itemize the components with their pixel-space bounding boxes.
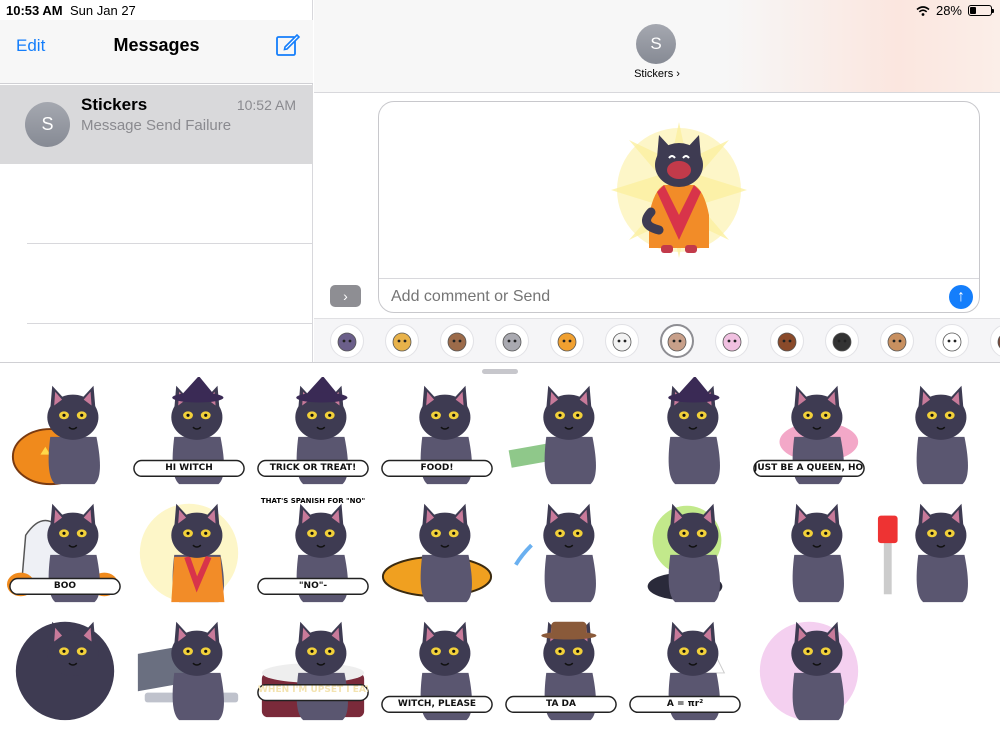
app-bear-icon[interactable]	[770, 324, 804, 358]
sticker-caption: BOO	[53, 581, 77, 591]
sidebar-title: Messages	[113, 35, 200, 55]
battery-fill	[970, 7, 976, 14]
sticker-math[interactable]: A = πr²A = πr²	[626, 613, 744, 725]
sticker-caption: FOOD!	[420, 463, 454, 473]
expand-apps-button[interactable]: ›	[330, 285, 361, 307]
chat-pane: S Stickers › ↑ ›	[314, 0, 1000, 362]
wifi-icon	[916, 5, 930, 16]
sticker-upset-eat[interactable]: WHEN I'M UPSET I EAT	[254, 613, 372, 725]
sticker-caption: TRICK OR TREAT!	[269, 463, 357, 473]
sticker-caption: TA DA	[546, 699, 576, 709]
status-date: Sun Jan 27	[70, 3, 136, 18]
app-panda-icon[interactable]	[825, 324, 859, 358]
sticker-lying-plate[interactable]	[378, 495, 496, 607]
sticker-caption: HI WITCH	[165, 463, 213, 473]
conversation-row[interactable]: S Stickers 10:52 AM Message Send Failure	[0, 85, 313, 164]
sticker-meh[interactable]	[874, 377, 992, 489]
conversation-name: Stickers	[81, 95, 148, 114]
divider	[27, 243, 313, 244]
sticker-witch-hat[interactable]	[626, 375, 744, 489]
sticker-fluffy[interactable]	[6, 613, 124, 725]
sticker-caption: WHEN I'M UPSET I EAT	[258, 685, 368, 695]
sticker-queen[interactable]: JUST BE A QUEEN, HONEY	[750, 377, 868, 489]
sticker-app-strip	[314, 318, 1000, 362]
comment-input[interactable]	[391, 288, 911, 306]
sticker-cat-pumpkin[interactable]	[6, 377, 124, 489]
sticker-side-eye[interactable]	[750, 495, 868, 607]
app-selected-cat-icon[interactable]	[660, 324, 694, 358]
sticker-caption: A = πr²	[666, 699, 704, 709]
chevron-right-icon: ›	[343, 288, 348, 304]
battery-percent: 28%	[935, 3, 962, 18]
avatar: S	[25, 102, 70, 147]
conversation-preview: Message Send Failure	[81, 117, 232, 134]
sticker-caption: JUST BE A QUEEN, HONEY	[754, 463, 864, 473]
sticker-rainbow[interactable]	[750, 613, 868, 725]
app-stick-face-icon[interactable]	[935, 324, 969, 358]
compose-icon[interactable]	[275, 32, 301, 58]
drawer-grabber[interactable]	[482, 369, 518, 374]
compose-box: ↑	[378, 101, 980, 313]
sticker-hi-witch[interactable]: HI WITCH	[130, 375, 248, 489]
app-sloth-icon[interactable]	[440, 324, 474, 358]
sticker-boo[interactable]: BOO	[6, 495, 124, 607]
contact-name[interactable]: Stickers ›	[314, 68, 1000, 80]
sticker-preview	[379, 102, 979, 278]
status-time: 10:53 AM	[6, 3, 63, 18]
send-button[interactable]: ↑	[949, 285, 973, 309]
app-gray-cat-icon[interactable]	[495, 324, 529, 358]
app-fox-icon[interactable]	[550, 324, 584, 358]
sticker-preview-image	[611, 122, 747, 258]
battery-icon	[968, 5, 994, 16]
arrow-up-icon: ↑	[957, 288, 965, 305]
sticker-tada[interactable]: TA DA	[502, 613, 620, 725]
app-yeti-icon[interactable]	[605, 324, 639, 358]
sidebar-header: Edit Messages	[0, 20, 313, 84]
sticker-laptop[interactable]	[130, 613, 248, 725]
sticker-spanish[interactable]: "NO"- THAT'S SPANISH FOR "NO"	[254, 495, 372, 607]
app-heart-cat-icon[interactable]	[385, 324, 419, 358]
app-glasses-man-icon[interactable]	[990, 324, 1000, 358]
divider	[379, 278, 979, 279]
messages-sidebar: Edit Messages S Stickers 10:52 AM Messag…	[0, 0, 313, 362]
sticker-crying[interactable]	[502, 495, 620, 607]
app-bat-cat-icon[interactable]	[330, 324, 364, 358]
sticker-caption-secondary: THAT'S SPANISH FOR "NO"	[260, 497, 366, 505]
sticker-caption: "NO"-	[298, 581, 328, 591]
divider	[27, 323, 313, 324]
app-unicorn-icon[interactable]	[715, 324, 749, 358]
sticker-happy-robe[interactable]	[130, 495, 248, 607]
contact-avatar[interactable]: S	[636, 24, 676, 64]
sticker-witch-please[interactable]: WITCH, PLEASE	[378, 613, 496, 725]
status-right: 28%	[916, 3, 994, 18]
sticker-caption: WITCH, PLEASE	[397, 699, 477, 709]
sticker-trick-or-treat[interactable]: TRICK OR TREAT!	[254, 375, 372, 489]
sticker-money[interactable]	[502, 377, 620, 489]
app-man-icon[interactable]	[880, 324, 914, 358]
sticker-mummy[interactable]	[874, 495, 992, 607]
sticker-drawer: HI WITCH TRICK OR TREAT! FOOD! JUST BE A QU…	[0, 362, 1000, 750]
sticker-food[interactable]: FOOD!	[378, 377, 496, 489]
conversation-time: 10:52 AM	[236, 97, 296, 113]
sticker-cauldron[interactable]	[626, 495, 744, 607]
status-bar: 10:53 AM Sun Jan 27 28%	[0, 0, 1000, 20]
